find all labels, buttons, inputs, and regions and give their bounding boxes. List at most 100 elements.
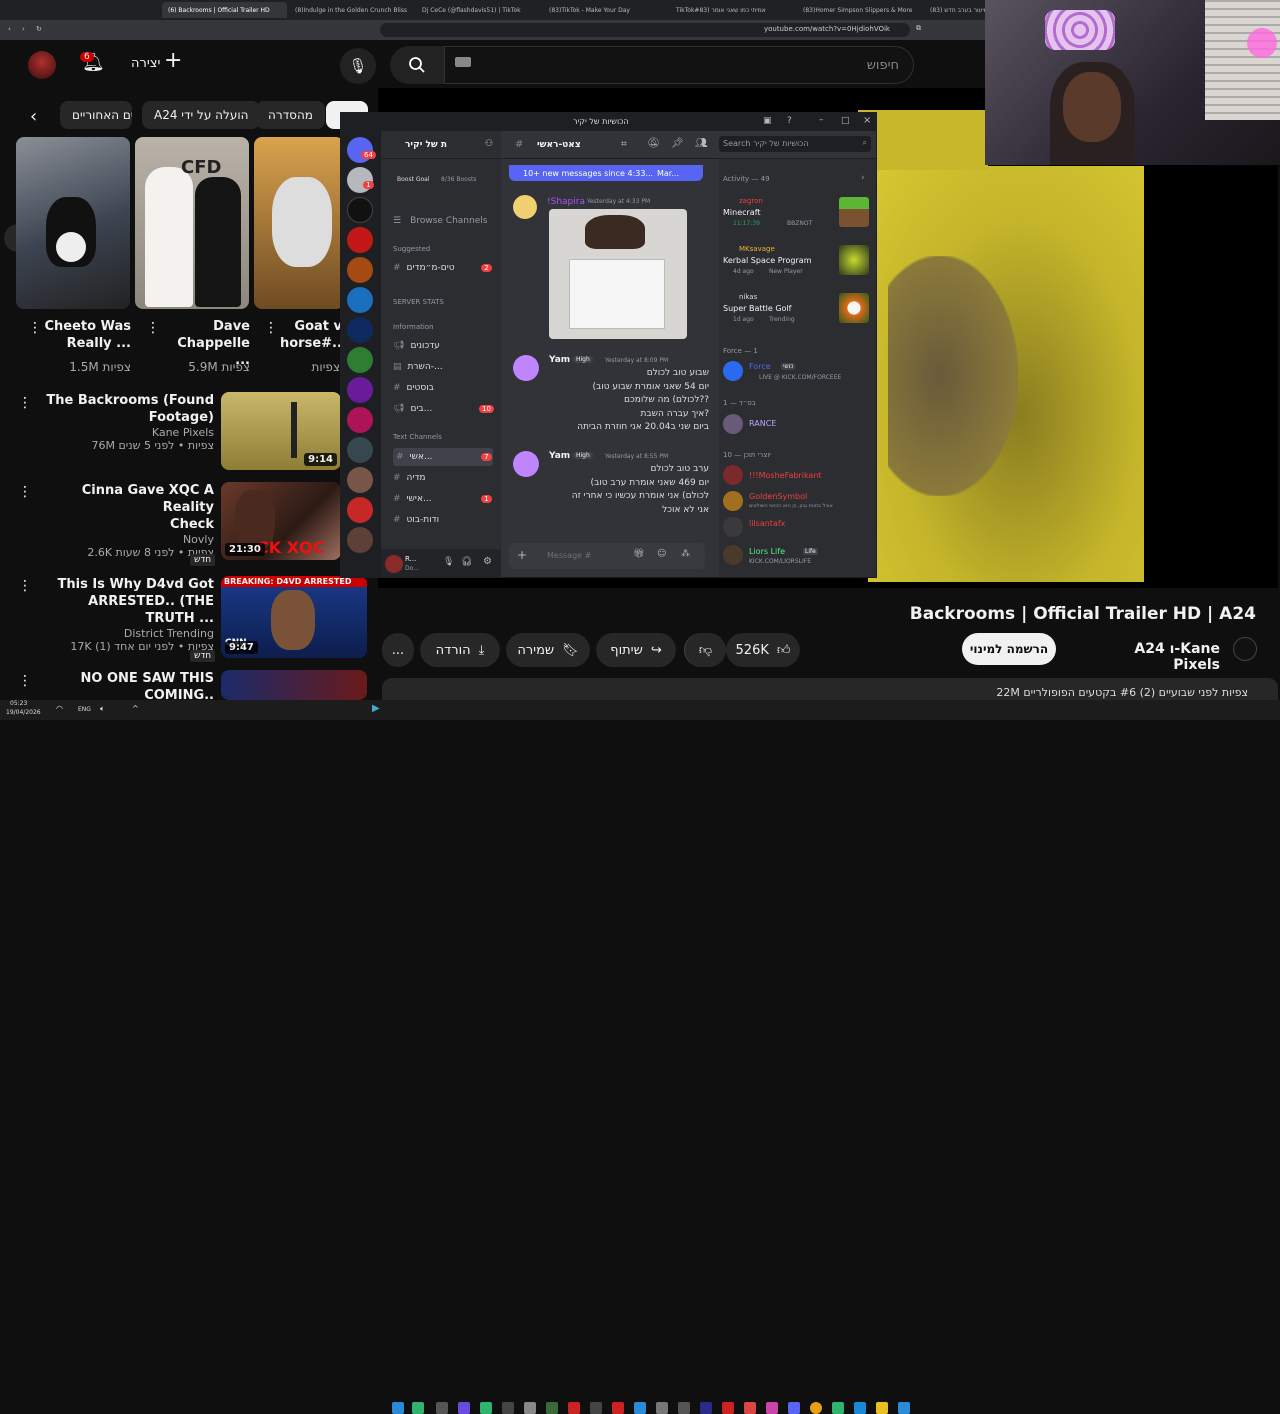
members-icon[interactable]: 👥︎ <box>695 138 708 149</box>
taskbar-app-icon[interactable] <box>876 1402 888 1414</box>
create-plus-icon[interactable]: + <box>164 48 182 73</box>
clock-time[interactable]: 05:23 <box>10 700 27 707</box>
emoji-icon[interactable]: ☺ <box>657 549 666 559</box>
member-name[interactable]: Liors Life <box>749 547 785 556</box>
activity-card[interactable]: zagron Minecraft 11:17:39 BBZNOT <box>723 197 873 237</box>
server-icon[interactable] <box>347 227 373 253</box>
like-button[interactable]: 526K 👍︎ <box>726 633 800 667</box>
activity-expand-icon[interactable]: › <box>861 173 865 183</box>
taskbar-app-icon[interactable] <box>854 1402 866 1414</box>
taskbar-app-icon[interactable] <box>546 1402 558 1414</box>
video-thumbnail[interactable]: BREAKING: D4VD ARRESTED CNN 9:47 <box>221 576 367 658</box>
browser-tab[interactable]: (8)Indulge in the Golden Crunch Bliss <box>289 2 414 18</box>
browser-tab[interactable]: Dj CeCe (@flashdavis51) | TikTok <box>416 2 541 18</box>
channel-info-1[interactable]: ▤ השרת-... <box>393 358 493 376</box>
settings-icon[interactable]: ⚙ <box>483 556 492 567</box>
video-thumbnail[interactable]: 9:14 <box>221 392 341 470</box>
information-header[interactable]: Information <box>393 323 434 331</box>
server-icon[interactable] <box>347 467 373 493</box>
list-item[interactable]: This Is Why D4vd Got ARRESTED.. (THE TRU… <box>40 576 215 653</box>
search-button[interactable] <box>390 46 444 84</box>
chip-backrooms[interactable]: החדרים האחוריים <box>60 101 132 129</box>
taskbar-app-icon[interactable] <box>678 1402 690 1414</box>
avatar[interactable] <box>723 517 743 537</box>
taskbar-app-icon[interactable] <box>744 1402 756 1414</box>
taskbar-app-icon[interactable] <box>700 1402 712 1414</box>
avatar[interactable] <box>513 451 539 477</box>
share-button[interactable]: שיתוף ↪ <box>596 633 676 667</box>
avatar[interactable] <box>723 545 743 565</box>
chip-uploaded-by-a24[interactable]: A24 הועלה על ידי <box>142 101 261 129</box>
forward-icon[interactable]: › <box>22 25 25 33</box>
taskbar-app-icon[interactable] <box>810 1402 822 1414</box>
video-menu-icon[interactable]: ⋮ <box>18 673 32 689</box>
taskbar-app-icon[interactable] <box>412 1402 424 1414</box>
taskbar-app-icon[interactable] <box>568 1402 580 1414</box>
video-thumbnail[interactable]: CK XQC 21:30 <box>221 482 341 560</box>
server-icon[interactable] <box>347 347 373 373</box>
browser-tab[interactable]: TikTok#83) אמיתי כמו שאני אומר <box>670 2 795 18</box>
server-icon[interactable] <box>347 167 373 193</box>
channel-text-3[interactable]: # ודות-בוט <box>393 511 493 529</box>
server-icon[interactable] <box>347 257 373 283</box>
browse-channels-button[interactable]: ☰ Browse Channels <box>393 208 493 226</box>
video-menu-icon[interactable]: ⋮ <box>18 395 32 411</box>
video-menu-icon[interactable]: ⋮ <box>18 484 32 500</box>
gift-icon[interactable]: 🎁︎ <box>633 549 644 559</box>
chip-from-series[interactable]: מהסדרה <box>256 101 325 129</box>
taskbar-app-icon[interactable] <box>502 1402 514 1414</box>
apps-icon[interactable]: ⁂ <box>681 549 690 559</box>
short-menu-icon[interactable]: ⋮ <box>146 320 160 336</box>
add-friend-icon[interactable]: ⚇ <box>485 139 493 149</box>
short-menu-icon[interactable]: ⋮ <box>28 320 42 336</box>
server-header[interactable]: ת של יקיר ⚇ <box>381 131 501 159</box>
reload-icon[interactable]: ↻ <box>36 25 42 33</box>
browser-tab[interactable] <box>0 2 160 18</box>
wifi-icon[interactable]: ◠ <box>56 704 63 713</box>
browser-tab[interactable]: (6) Backrooms | Official Trailer HD <box>162 2 287 18</box>
message-author[interactable]: !Shapira <box>547 197 585 207</box>
download-button[interactable]: הורדה ⤓ <box>420 633 500 667</box>
member-name[interactable]: RANCE <box>749 419 776 428</box>
member-name[interactable]: lilsantafx <box>749 519 785 528</box>
taskbar-app-icon[interactable] <box>898 1402 910 1414</box>
browser-tab[interactable]: (83)Homer Simpson Slippers & More <box>797 2 922 18</box>
discord-window[interactable]: הכושיות של יקיר ▣ ? – □ × 64 1 ת של יקיר… <box>340 112 877 578</box>
save-button[interactable]: שמירה 🔖︎ <box>506 633 590 667</box>
short-thumbnail-chappelle[interactable]: CFD <box>135 137 249 309</box>
mute-icon[interactable]: 🔕︎ <box>647 138 660 149</box>
more-actions-button[interactable]: ... <box>382 633 414 667</box>
taskbar-app-icon[interactable] <box>590 1402 602 1414</box>
avatar[interactable] <box>385 555 403 573</box>
activity-card[interactable]: nikas Super Battle Golf 1d ago Trending <box>723 293 873 333</box>
language-indicator[interactable]: ENG <box>78 706 91 713</box>
channel-avatar[interactable] <box>1233 637 1257 661</box>
text-channels-header[interactable]: Text Channels <box>393 433 442 441</box>
inbox-icon[interactable]: ▣ <box>763 116 772 126</box>
server-icon[interactable] <box>347 287 373 313</box>
message-input[interactable]: + Message # 🎁︎ ☺ ⁂ <box>509 543 705 569</box>
video-thumbnail[interactable] <box>221 670 367 700</box>
taskbar-app-icon[interactable] <box>656 1402 668 1414</box>
avatar[interactable] <box>723 361 743 381</box>
taskbar-app-icon[interactable] <box>458 1402 470 1414</box>
taskbar-app-icon[interactable] <box>392 1402 404 1414</box>
taskbar-app-icon[interactable] <box>788 1402 800 1414</box>
channel-text-2[interactable]: # אישי... <box>393 490 493 508</box>
maximize-icon[interactable]: □ <box>841 116 850 126</box>
message-author[interactable]: Yam <box>549 451 570 461</box>
avatar[interactable] <box>723 491 743 511</box>
server-stats-header[interactable]: SERVER STATS <box>393 298 444 306</box>
avatar[interactable] <box>513 355 539 381</box>
message-image[interactable] <box>549 209 687 339</box>
taskbar-app-icon[interactable] <box>722 1402 734 1414</box>
channel-text-0[interactable]: # אשי... <box>393 448 493 466</box>
activity-card[interactable]: MKsavage Kerbal Space Program 4d ago New… <box>723 245 873 285</box>
create-label[interactable]: יצירה <box>131 56 160 71</box>
help-icon[interactable]: ? <box>787 116 792 126</box>
member-name[interactable]: GoldenSymbol <box>749 492 807 501</box>
server-icon[interactable] <box>347 197 373 223</box>
close-icon[interactable]: × <box>863 115 871 126</box>
server-icon[interactable] <box>347 137 373 163</box>
list-item[interactable]: NO ONE SAW THIS COMING.. <box>40 670 214 704</box>
